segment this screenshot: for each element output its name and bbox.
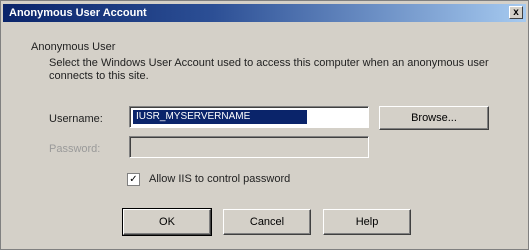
help-button[interactable]: Help bbox=[323, 209, 411, 235]
allow-iis-checkbox[interactable]: ✓ bbox=[127, 173, 140, 186]
title-bar[interactable]: Anonymous User Account x bbox=[3, 4, 526, 22]
ok-button[interactable]: OK bbox=[122, 208, 212, 236]
close-icon: x bbox=[513, 7, 519, 18]
window-title: Anonymous User Account bbox=[9, 7, 147, 19]
username-value: IUSR_MYSERVERNAME bbox=[133, 110, 307, 124]
password-label: Password: bbox=[49, 143, 101, 155]
username-label: Username: bbox=[49, 113, 103, 125]
close-button[interactable]: x bbox=[509, 6, 523, 19]
cancel-button[interactable]: Cancel bbox=[223, 209, 311, 235]
username-input[interactable]: IUSR_MYSERVERNAME bbox=[129, 106, 369, 128]
browse-button[interactable]: Browse... bbox=[379, 106, 489, 130]
allow-iis-label[interactable]: Allow IIS to control password bbox=[149, 173, 290, 185]
password-input[interactable] bbox=[129, 136, 369, 158]
group-description: Select the Windows User Account used to … bbox=[49, 57, 489, 82]
anonymous-user-dialog: Anonymous User Account x Anonymous User … bbox=[0, 0, 529, 250]
checkmark-icon: ✓ bbox=[129, 174, 138, 185]
group-label: Anonymous User bbox=[31, 41, 116, 53]
